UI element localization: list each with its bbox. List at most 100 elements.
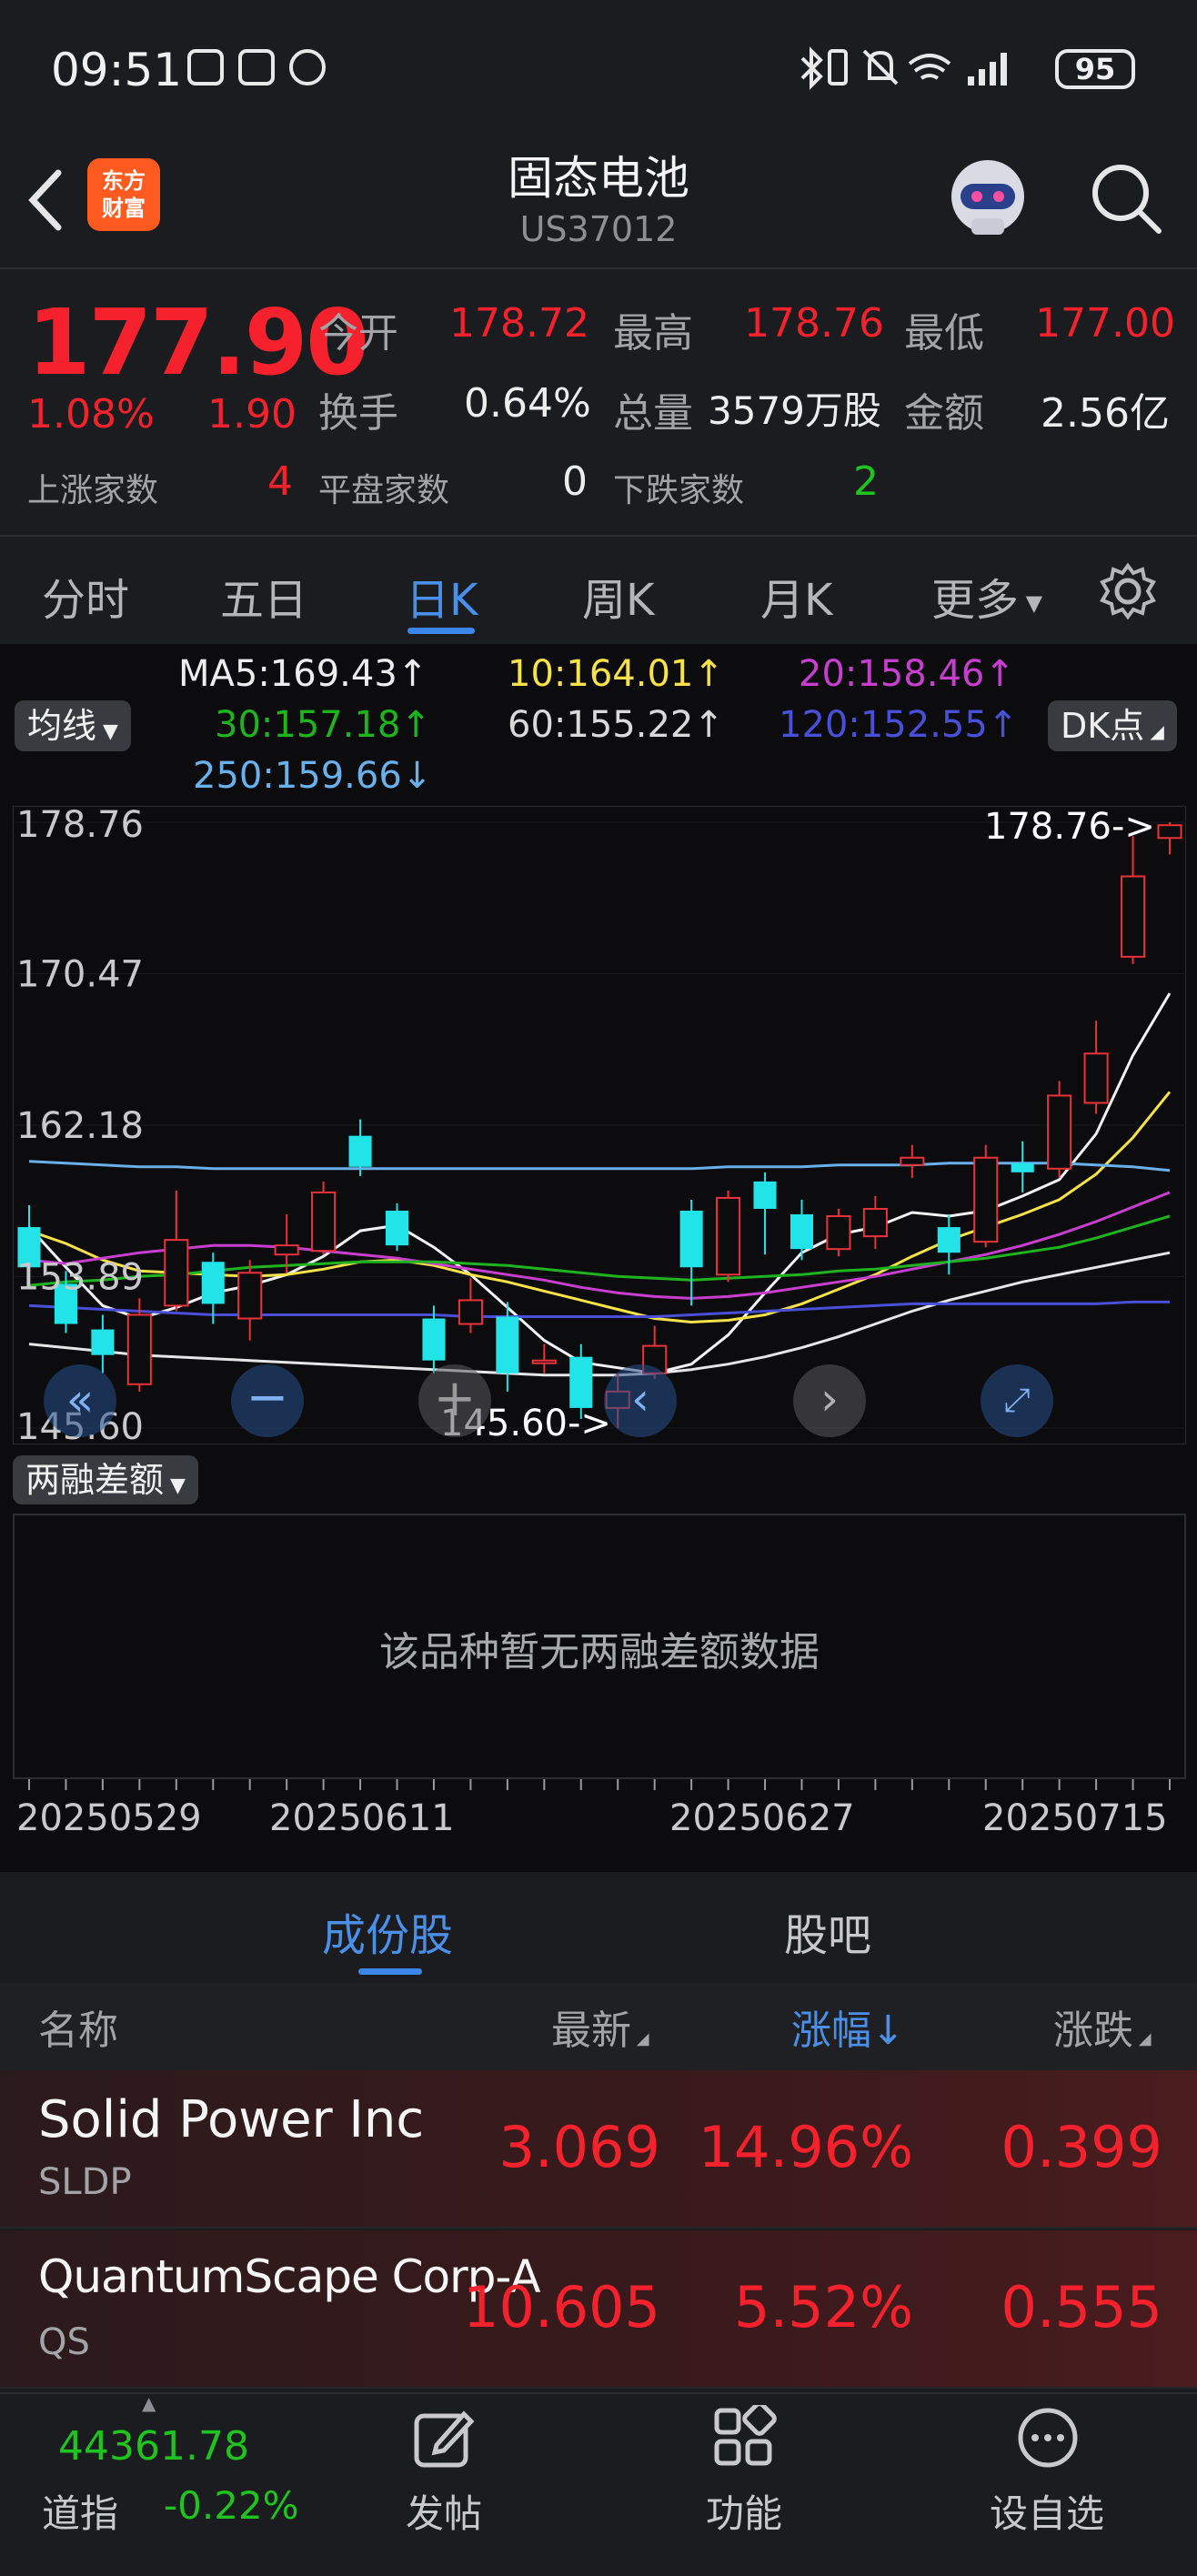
candle-body [164,1239,189,1307]
candle-body [1157,824,1182,840]
col-name[interactable]: 名称 [38,1997,118,2056]
nav-add-watchlist[interactable]: 设自选 [990,2483,1104,2539]
ma60-label: 60:155.22↑ [508,704,724,746]
mute-icon [862,49,899,86]
scroll-right-button[interactable]: › [793,1364,866,1437]
more-circle-icon[interactable] [1015,2405,1081,2470]
candle [91,1314,115,1374]
ma250-label: 250:159.66↓ [193,755,433,797]
low-label: 最低 [904,310,984,357]
candle [1011,1141,1034,1192]
candlestick-chart[interactable]: 178.76170.47162.18153.89145.60 178.76-> … [13,806,1186,1444]
candle-body [274,1244,299,1256]
candle [862,1195,888,1250]
tab-weekly-k[interactable]: 周K [582,564,654,628]
nav-post[interactable]: 发帖 [406,2483,482,2539]
change-percent: 1.08% [27,391,155,438]
scroll-left-button[interactable]: ‹ [604,1364,677,1437]
stock-name: Solid Power Inc [38,2090,425,2149]
tab-forum[interactable]: 股吧 [784,1899,871,1963]
wifi-icon [908,54,951,80]
jump-start-button[interactable]: « [44,1364,116,1437]
candle [790,1199,814,1261]
zoom-in-button[interactable]: + [418,1364,491,1437]
moving-average-lines [27,992,1172,1377]
tab-five-day[interactable]: 五日 [220,564,307,628]
candle [311,1181,337,1255]
assistant-robot-icon[interactable] [944,153,1031,240]
function-grid-icon[interactable] [711,2405,777,2470]
col-change-pct[interactable]: 涨幅↓ [791,1997,905,2056]
candle-body [716,1196,741,1276]
x-tick-label: 20250611 [269,1797,455,1839]
index-change: -0.22% [164,2483,299,2528]
tab-more-label: 更多 [931,575,1020,626]
dk-label: DK点 [1061,706,1145,746]
dk-points-toggle[interactable]: DK点 ◢ [1048,700,1177,751]
amount-label: 金额 [904,390,984,437]
tab-monthly-k[interactable]: 月K [760,564,832,628]
candle-body [1011,1162,1034,1172]
advancers-value: 4 [267,458,293,505]
status-bar: 09:51 95 [0,0,1197,136]
candle-body [973,1156,999,1243]
candle [1121,836,1146,964]
sub-chart-selector[interactable]: 两融差额 ▼ [13,1455,198,1504]
candle-body [91,1329,115,1355]
change-pct: 14.96% [698,2114,913,2180]
change-amount: 0.555 [1001,2274,1163,2340]
vibrate-icon [828,49,848,86]
candle-body [826,1215,851,1251]
candle [385,1202,409,1252]
ma-line-20 [28,1191,1171,1300]
header-divider [0,267,1197,269]
decliners-value: 2 [853,458,879,505]
candle [679,1199,703,1306]
candle-body [348,1135,372,1167]
candle [237,1260,263,1341]
tab-more[interactable]: 更多 ▼ [931,564,1042,628]
nfc-icon [238,49,275,86]
col-change[interactable]: 涨跌 ◢ [1053,1997,1152,2056]
turnover-label: 换手 [318,390,398,437]
page-title: 固态电池 [508,152,689,205]
tab-intraday[interactable]: 分时 [42,564,129,628]
stock-code: US37012 [519,209,678,249]
y-axis-label: 153.89 [16,1257,144,1299]
latest-price: 3.069 [498,2114,661,2180]
bluetooth-icon [800,46,823,90]
stock-code: SLDP [38,2161,132,2203]
unchanged-label: 平盘家数 [318,472,450,509]
ma-selector[interactable]: 均线 ▼ [15,700,131,751]
nav-function[interactable]: 功能 [706,2483,782,2539]
candle [1083,1021,1109,1114]
status-time: 09:51 [51,44,183,96]
unchanged-value: 0 [562,458,588,505]
post-icon[interactable] [411,2405,477,2470]
amount-value: 2.56亿 [1041,390,1170,437]
signal-icon [968,53,1007,86]
x-tick-label: 20250715 [982,1797,1168,1839]
search-icon[interactable] [1088,160,1164,236]
candle-body [422,1318,446,1361]
fullscreen-icon[interactable]: ⤢ [981,1364,1053,1437]
candle-body [937,1227,961,1253]
index-ticker[interactable]: ▲ 44361.78 道指 -0.22% [27,2392,300,2569]
corner-icon: ◢ [1144,720,1164,742]
col-latest[interactable]: 最新 ◢ [551,1997,649,2056]
candle-body [790,1214,814,1250]
turnover-value: 0.64% [464,380,591,427]
candle-body [237,1272,263,1320]
brand-logo[interactable]: 东方 财富 [87,158,160,231]
col-latest-label: 最新 [551,2007,631,2054]
sort-icon: ◢ [631,2029,649,2048]
change-amount: 1.90 [207,391,297,438]
back-button[interactable] [20,164,75,236]
constituent-tabs [0,1872,1197,1981]
candle [937,1214,961,1275]
tab-daily-k[interactable]: 日K [406,564,478,628]
high-label: 最高 [613,310,693,357]
tab-constituents[interactable]: 成份股 [322,1899,453,1963]
zoom-out-button[interactable]: − [231,1364,304,1437]
settings-gear-icon[interactable] [1099,562,1157,620]
